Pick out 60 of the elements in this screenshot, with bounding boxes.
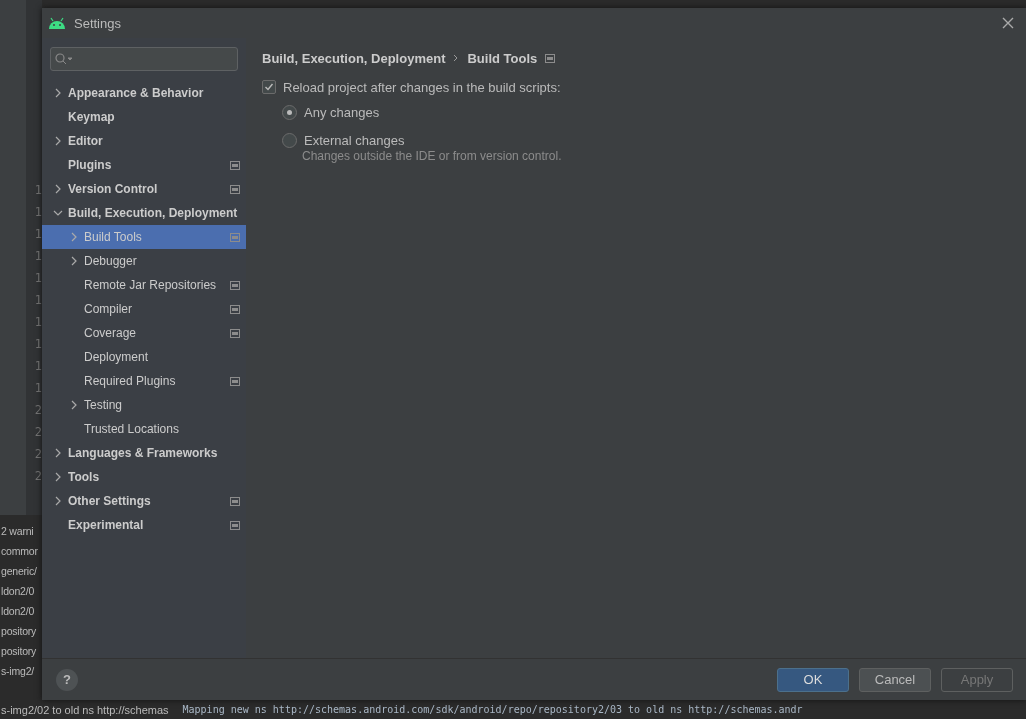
line-number: 2 xyxy=(33,402,42,419)
line-number: 1 xyxy=(33,204,42,221)
checkbox-label: Reload project after changes in the build scripts: xyxy=(283,79,561,95)
log-line: 2 warni xyxy=(1,524,34,539)
tree-item[interactable]: Debugger xyxy=(42,249,246,273)
tree-item[interactable]: Version Control xyxy=(42,177,246,201)
log-line: commor xyxy=(1,544,38,559)
tree-item[interactable]: Appearance & Behavior xyxy=(42,81,246,105)
radio-label: External changes xyxy=(304,132,405,148)
radio-label: Any changes xyxy=(304,104,380,120)
tree-item[interactable]: Coverage xyxy=(42,321,246,345)
log-line: ldon2/0 xyxy=(1,584,35,599)
tree-item[interactable]: Tools xyxy=(42,465,246,489)
hint-text: Changes outside the IDE or from version control. xyxy=(302,149,562,163)
tree-item[interactable]: Languages & Frameworks xyxy=(42,441,246,465)
log-line: s-img2/ xyxy=(1,664,35,679)
line-number: 1 xyxy=(33,336,42,353)
line-number: 2 xyxy=(33,446,42,463)
chevron-right-icon xyxy=(453,54,460,62)
log-line: pository xyxy=(1,624,37,639)
line-number: 1 xyxy=(33,314,42,331)
tree-item[interactable]: Plugins xyxy=(42,153,246,177)
window-title: Settings xyxy=(74,15,122,31)
tree-item[interactable]: Editor xyxy=(42,129,246,153)
tree-item[interactable]: Required Plugins xyxy=(42,369,246,393)
android-logo-icon xyxy=(48,17,66,29)
tree-item[interactable]: Compiler xyxy=(42,297,246,321)
log-line: generic/ xyxy=(1,564,37,579)
log-line: pository xyxy=(1,644,37,659)
log-line: s-img2/02 to old ns http://schemas xyxy=(1,702,169,717)
checkbox[interactable] xyxy=(262,80,276,94)
line-number: 1 xyxy=(33,182,42,199)
tree-item[interactable]: Build, Execution, Deployment xyxy=(42,201,246,225)
line-number: 1 xyxy=(33,270,42,287)
close-button[interactable] xyxy=(1000,15,1016,31)
radio-button[interactable] xyxy=(282,104,297,120)
tree-item[interactable]: Deployment xyxy=(42,345,246,369)
help-button[interactable]: ? xyxy=(56,668,78,691)
tree-item[interactable]: Other Settings xyxy=(42,489,246,513)
tree-item[interactable]: Experimental xyxy=(42,513,246,537)
tree-item[interactable]: Remote Jar Repositories xyxy=(42,273,246,297)
breadcrumb-item: Build Tools xyxy=(467,50,538,66)
line-number: 1 xyxy=(33,292,42,309)
tree-item[interactable]: Trusted Locations xyxy=(42,417,246,441)
dialog-button[interactable]: Cancel xyxy=(859,667,931,692)
tree-item[interactable]: Keymap xyxy=(42,105,246,129)
log-line: ldon2/0 xyxy=(1,604,35,619)
line-number: 1 xyxy=(33,248,42,265)
search-icon xyxy=(55,53,73,65)
radio-button[interactable] xyxy=(282,132,297,148)
search-field[interactable] xyxy=(50,47,238,71)
line-number: 2 xyxy=(33,424,42,441)
log-line: Mapping new ns http://schemas.android.com/sdk/android/repo/repository2/03 to old ns http://schemas.andr xyxy=(182,703,803,716)
dialog-button[interactable]: OK xyxy=(777,667,849,692)
line-number: 1 xyxy=(33,380,42,397)
tree-item[interactable]: Testing xyxy=(42,393,246,417)
breadcrumb-item: Build, Execution, Deployment xyxy=(262,50,446,66)
line-number: 1 xyxy=(33,226,42,243)
line-number: 2 xyxy=(33,468,42,485)
line-number: 1 xyxy=(33,358,42,375)
